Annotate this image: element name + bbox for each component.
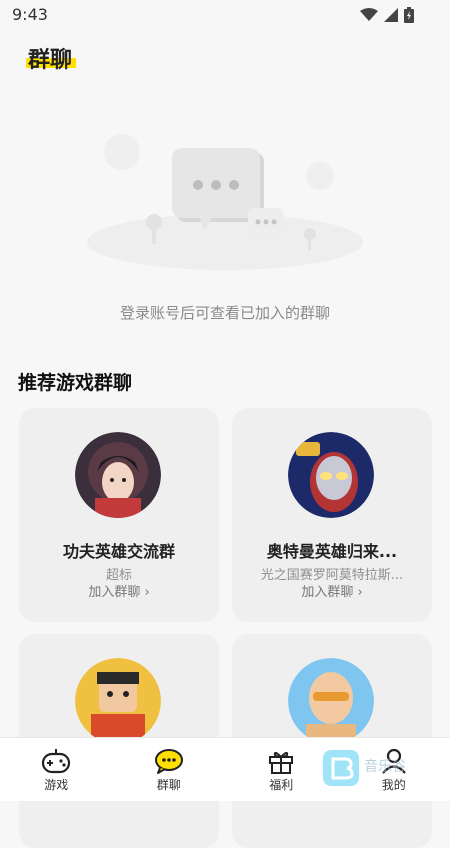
join-group-link[interactable]: 加入群聊 › — [19, 581, 219, 600]
nav-item-games[interactable]: 游戏 — [0, 738, 113, 801]
battery-icon — [404, 7, 414, 23]
group-card[interactable]: 功夫英雄交流群 超标 加入群聊 › — [19, 408, 219, 622]
empty-chat-illustration — [80, 130, 370, 280]
page-title: 群聊 — [28, 42, 72, 74]
nav-item-welfare[interactable]: 福利 — [225, 738, 338, 801]
join-group-link[interactable]: 加入群聊 › — [232, 581, 432, 600]
section-title: 推荐游戏群聊 — [18, 368, 132, 395]
status-bar: 9:43 — [0, 0, 450, 30]
status-icons — [360, 7, 414, 23]
group-card[interactable]: 奥特曼英雄归来... 光之国赛罗阿莫特拉斯... 加入群聊 › — [232, 408, 432, 622]
empty-state-message: 登录账号后可查看已加入的群聊 — [0, 302, 450, 323]
wifi-icon — [360, 8, 378, 22]
nav-item-group-chat[interactable]: 群聊 — [113, 738, 226, 801]
group-name: 功夫英雄交流群 — [25, 538, 213, 562]
signal-icon — [384, 8, 398, 22]
gamepad-icon — [41, 748, 71, 774]
watermark-logo — [323, 750, 359, 786]
group-avatar — [288, 432, 374, 518]
status-time: 9:43 — [12, 5, 48, 24]
nav-label: 游戏 — [0, 776, 113, 793]
group-name: 奥特曼英雄归来... — [238, 538, 426, 562]
group-avatar — [75, 432, 161, 518]
nav-label: 福利 — [225, 776, 338, 793]
nav-label: 群聊 — [113, 776, 226, 793]
watermark-text: 音乐谷 — [364, 756, 406, 776]
gift-icon — [266, 748, 296, 774]
group-avatar — [75, 658, 161, 744]
chat-bubble-icon — [154, 748, 184, 774]
group-avatar — [288, 658, 374, 744]
